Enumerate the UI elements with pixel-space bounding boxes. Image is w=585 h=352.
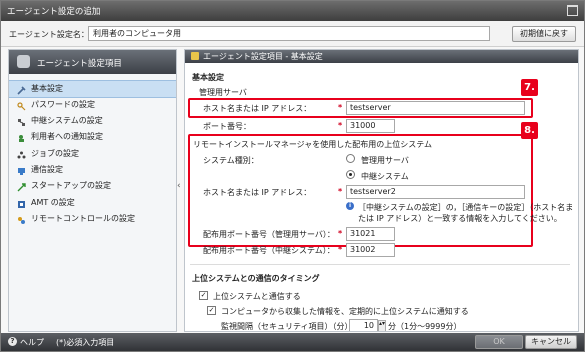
upper-host-input[interactable]: testserver2 [346, 185, 525, 199]
sidebar-item-label: ジョブの設定 [31, 149, 79, 158]
check-periodic-notify[interactable]: ✓ [207, 306, 216, 315]
dist-port-relay-label: 配布用ポート番号（中継システム）： [203, 246, 335, 255]
required-note: (*)必須入力項目 [56, 338, 115, 347]
system-type-label: システム種別： [203, 156, 259, 165]
setting-name-input[interactable]: 利用者のコンピュータ用 [88, 26, 490, 41]
dist-port-mgmt-label: 配布用ポート番号（管理用サーバ）： [203, 230, 335, 239]
startup-icon [17, 182, 26, 192]
key-icon [17, 101, 26, 111]
port-label: ポート番号： [203, 122, 251, 131]
spinner-icon[interactable]: ▴▾ [378, 320, 386, 331]
check-periodic-notify-label: コンピュータから収集した情報を、定期的に上位システムに通知する [221, 307, 469, 316]
amt-icon [17, 199, 26, 208]
sidebar-item-amt[interactable]: AMT の設定 [9, 195, 176, 211]
sidebar-item-remote[interactable]: リモートコントロールの設定 [9, 211, 176, 227]
divider [190, 264, 570, 265]
sidebar-item-label: 通信設定 [31, 165, 63, 174]
job-icon [17, 150, 26, 159]
sidebar-item-label: パスワードの設定 [31, 100, 95, 109]
monitor-interval-label: 監視間隔（セキュリティ項目）（分）： [221, 322, 357, 331]
help-link[interactable]: ヘルプ [20, 337, 44, 348]
network-icon [17, 166, 26, 175]
setting-name-bar: エージェント設定名：* 利用者のコンピュータ用 初期値に戻す [1, 21, 584, 47]
host-input[interactable]: testserver [346, 101, 525, 115]
required-mark: * [338, 103, 343, 112]
radio-mgmt-server[interactable] [346, 154, 355, 163]
sidebar: エージェント設定項目 基本設定 パスワードの設定 中継システムの設定 利用者への… [8, 49, 177, 332]
help-icon[interactable]: ? [8, 337, 17, 346]
radio-relay-system-label: 中継システム [361, 172, 409, 181]
monitor-range-label: 分（1分～9999分） [388, 322, 462, 331]
notify-icon [17, 133, 26, 142]
sidebar-item-startup[interactable]: スタートアップの設定 [9, 178, 176, 194]
sidebar-item-password[interactable]: パスワードの設定 [9, 97, 176, 113]
required-mark: * [338, 229, 343, 238]
required-mark: * [338, 121, 343, 130]
host-label: ホスト名または IP アドレス： [203, 104, 312, 113]
ok-button[interactable]: OK [475, 335, 523, 349]
sidebar-title: エージェント設定項目 [37, 59, 122, 69]
dist-port-relay-input[interactable]: 31002 [346, 243, 395, 257]
upper-host-label: ホスト名または IP アドレス： [203, 188, 312, 197]
panel-title: エージェント設定項目 - 基本設定 [203, 52, 323, 61]
timing-section-title: 上位システムとの通信のタイミング [192, 274, 320, 283]
sidebar-header: エージェント設定項目 [9, 50, 176, 74]
sidebar-item-job[interactable]: ジョブの設定 [9, 146, 176, 162]
window-title: エージェント設定の追加 [7, 7, 101, 17]
info-text-line2: たは IP アドレス）と一致する情報を入力してください。 [358, 214, 562, 223]
callout-7: 7. [521, 79, 538, 96]
mgmt-server-group-label: 管理用サーバ [199, 88, 247, 97]
relay-icon [17, 117, 26, 126]
sidebar-item-label: AMT の設定 [31, 198, 75, 207]
check-communicate[interactable]: ✓ [199, 291, 208, 300]
sidebar-item-label: 利用者への通知設定 [31, 132, 103, 141]
dialog-window: エージェント設定の追加 エージェント設定名：* 利用者のコンピュータ用 初期値に… [0, 0, 585, 352]
panel-header: エージェント設定項目 - 基本設定 [185, 50, 578, 63]
title-bar: エージェント設定の追加 [1, 1, 584, 21]
remote-install-group-label: リモートインストールマネージャを使用した配布用の上位システム [193, 140, 433, 149]
remote-icon [17, 215, 26, 224]
collapse-sidebar-icon[interactable]: ‹ [177, 181, 181, 191]
sidebar-item-network[interactable]: 通信設定 [9, 162, 176, 178]
settings-icon [191, 52, 199, 60]
setting-name-label: エージェント設定名：* [9, 30, 93, 39]
radio-relay-system[interactable] [346, 170, 355, 179]
required-mark: * [338, 245, 343, 254]
sidebar-item-label: 基本設定 [31, 84, 63, 93]
settings-panel: エージェント設定項目 - 基本設定 基本設定 管理用サーバ 7. ホスト名または… [184, 49, 579, 332]
reset-defaults-button[interactable]: 初期値に戻す [512, 26, 576, 42]
sidebar-item-basic[interactable]: 基本設定 [9, 80, 176, 98]
agent-icon [17, 55, 30, 68]
check-communicate-label: 上位システムと通信する [213, 292, 301, 301]
radio-mgmt-server-label: 管理用サーバ [361, 156, 409, 165]
maximize-icon[interactable] [567, 5, 578, 16]
monitor-interval-input[interactable]: 10 [349, 319, 378, 331]
wrench-icon [17, 85, 26, 95]
dist-port-mgmt-input[interactable]: 31021 [346, 227, 395, 241]
sidebar-item-relay[interactable]: 中継システムの設定 [9, 113, 176, 129]
sidebar-item-label: スタートアップの設定 [31, 181, 111, 190]
sidebar-item-label: リモートコントロールの設定 [31, 214, 135, 223]
cancel-button[interactable]: キャンセル [525, 335, 577, 349]
sidebar-item-label: 中継システムの設定 [31, 116, 103, 125]
callout-8: 8. [521, 122, 538, 139]
info-text-line1: ［中継システムの設定］の，［通信キーの設定］（ホスト名ま [358, 203, 574, 212]
port-input[interactable]: 31000 [346, 119, 395, 133]
section-title: 基本設定 [192, 73, 224, 82]
sidebar-item-notify[interactable]: 利用者への通知設定 [9, 129, 176, 145]
footer-bar: ? ヘルプ (*)必須入力項目 OK キャンセル [1, 333, 584, 351]
required-mark: * [338, 187, 343, 196]
info-icon: i [346, 202, 354, 210]
